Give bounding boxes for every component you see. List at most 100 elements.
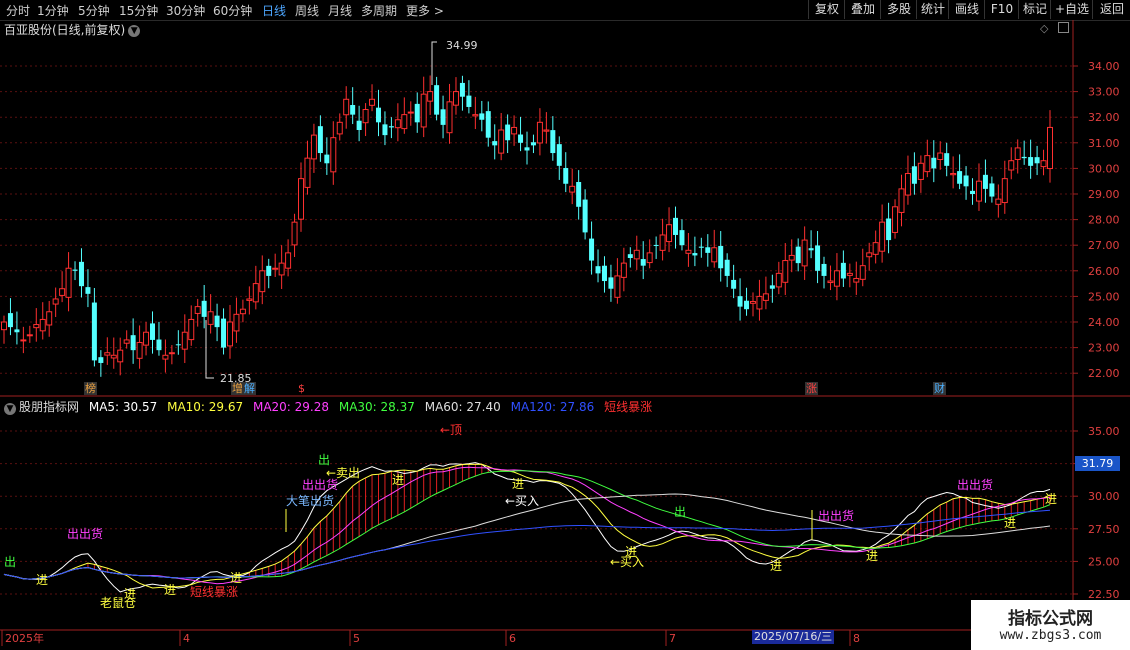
candle-body-up — [226, 321, 233, 347]
candle-body-down — [388, 126, 394, 128]
candle-body-down — [963, 175, 969, 187]
candle-body-down — [582, 199, 588, 233]
event-tag-cai-text: 财 — [934, 382, 945, 395]
candle-body-up — [272, 267, 279, 270]
candle-body-down — [808, 248, 814, 251]
ma60-legend: MA60: 27.40 — [424, 400, 501, 414]
candle-body-up — [33, 324, 40, 329]
candle-body-up — [846, 272, 853, 276]
candle-body-down — [957, 171, 963, 184]
candle-body-up — [420, 93, 427, 128]
event-tag-dollar[interactable]: $ — [297, 382, 306, 395]
candle-body-down — [466, 95, 472, 107]
current-price-tag: 31.79 — [1075, 456, 1120, 471]
candle-body-up — [168, 352, 175, 355]
ma10-legend: MA10: 29.67 — [167, 400, 244, 414]
candle-body-down — [840, 262, 846, 279]
candle-body-up — [452, 91, 459, 106]
candle-body-down — [175, 344, 181, 346]
candle-body-up — [646, 252, 653, 264]
candle-body-down — [156, 339, 162, 351]
candle-body-down — [601, 265, 607, 282]
indicator-name: 股朋指标网 — [19, 400, 80, 414]
event-tag-zeng-text: 增 — [232, 382, 243, 395]
enter-label: 进 — [770, 559, 782, 573]
candle-body-up — [1008, 160, 1015, 171]
event-tag-bang[interactable]: 榜 — [84, 382, 97, 395]
event-tag-cai[interactable]: 财 — [933, 382, 946, 395]
candle-body-down — [911, 166, 917, 184]
candle-body-up — [472, 114, 479, 117]
y-tick-label: 24.00 — [1088, 316, 1120, 329]
y-tick-label: 34.00 — [1088, 60, 1120, 73]
event-tag-zhang-text: 涨 — [806, 382, 817, 395]
candle-body-down — [72, 269, 78, 271]
candle-body-down — [698, 246, 704, 248]
candle-body-up — [343, 98, 350, 116]
x-tick-label: 4 — [183, 632, 190, 645]
candle-body-up — [666, 224, 673, 243]
candle-body-up — [1, 321, 7, 331]
candle-body-down — [653, 244, 659, 246]
candle-body-up — [369, 98, 376, 106]
ma5-line — [3, 462, 1051, 593]
event-tag-zhang[interactable]: 涨 — [805, 382, 818, 395]
candle-body-down — [556, 144, 562, 166]
x-tick-label: 8 — [853, 632, 860, 645]
main-grid — [0, 65, 1073, 374]
candle-body-up — [511, 126, 518, 135]
y-tick-label: 33.00 — [1088, 86, 1120, 99]
candle-body-up — [620, 262, 627, 278]
candle-body-up — [904, 173, 911, 196]
y-tick-label: 31.00 — [1088, 137, 1120, 150]
candle-body-down — [795, 246, 801, 264]
candle-body-down — [731, 279, 737, 289]
ma30-line — [3, 470, 1051, 580]
candle-body-down — [434, 85, 440, 115]
event-tag-jie-text: 解 — [244, 382, 255, 395]
short-surge-label: 短线暴涨 — [190, 584, 238, 599]
x-tick-label: 5 — [353, 632, 360, 645]
candle-body-up — [1014, 147, 1021, 161]
x-tick-label: 7 — [669, 632, 676, 645]
candle-body-down — [214, 315, 220, 328]
watermark: 指标公式网 www.zbgs3.com — [971, 600, 1130, 650]
candle-body-down — [492, 141, 498, 146]
x-axis: 2025年 4 5 6 7 8 — [1, 630, 860, 646]
chevron-down-icon[interactable]: ▼ — [4, 403, 16, 415]
y-tick-label: 32.00 — [1088, 111, 1120, 124]
candle-body-up — [401, 114, 408, 130]
candle-body-down — [356, 120, 362, 130]
candle-body-down — [382, 124, 388, 136]
candle-body-up — [1001, 178, 1008, 204]
enter-label: 进 — [392, 473, 404, 487]
candle-body-up — [407, 111, 414, 114]
candle-body-down — [505, 124, 511, 141]
x-tick-label: 6 — [509, 632, 516, 645]
candle-body-down — [459, 82, 465, 97]
sell-label: 出 — [4, 555, 16, 569]
candle-body-down — [692, 253, 698, 256]
kline-chart[interactable]: 34.00 33.00 32.00 31.00 30.00 29.00 28.00 27.00… — [0, 0, 1130, 650]
candle-body-up — [162, 354, 169, 360]
ma20-legend: MA20: 29.28 — [252, 400, 330, 414]
candle-body-up — [1040, 160, 1047, 168]
enter-label: 进 — [230, 571, 242, 585]
candle-body-up — [362, 109, 369, 124]
candle-body-up — [233, 313, 240, 332]
candle-body-up — [394, 119, 401, 129]
ma120-legend: MA120: 27.86 — [510, 400, 595, 414]
sell-goods-label: 出出货 — [67, 526, 103, 541]
candle-body-up — [117, 349, 124, 363]
event-tag-jie[interactable]: 解 — [243, 382, 256, 395]
candle-body-down — [479, 113, 485, 120]
ma120-line — [3, 509, 1051, 580]
candle-body-up — [788, 254, 795, 261]
candle-body-up — [330, 137, 337, 173]
candle-body-up — [498, 129, 505, 154]
candle-body-up — [207, 311, 214, 325]
candle-body-down — [718, 245, 724, 269]
sell-label: 出 — [674, 505, 686, 519]
candle-body-up — [259, 270, 266, 293]
candle-body-up — [853, 277, 860, 283]
